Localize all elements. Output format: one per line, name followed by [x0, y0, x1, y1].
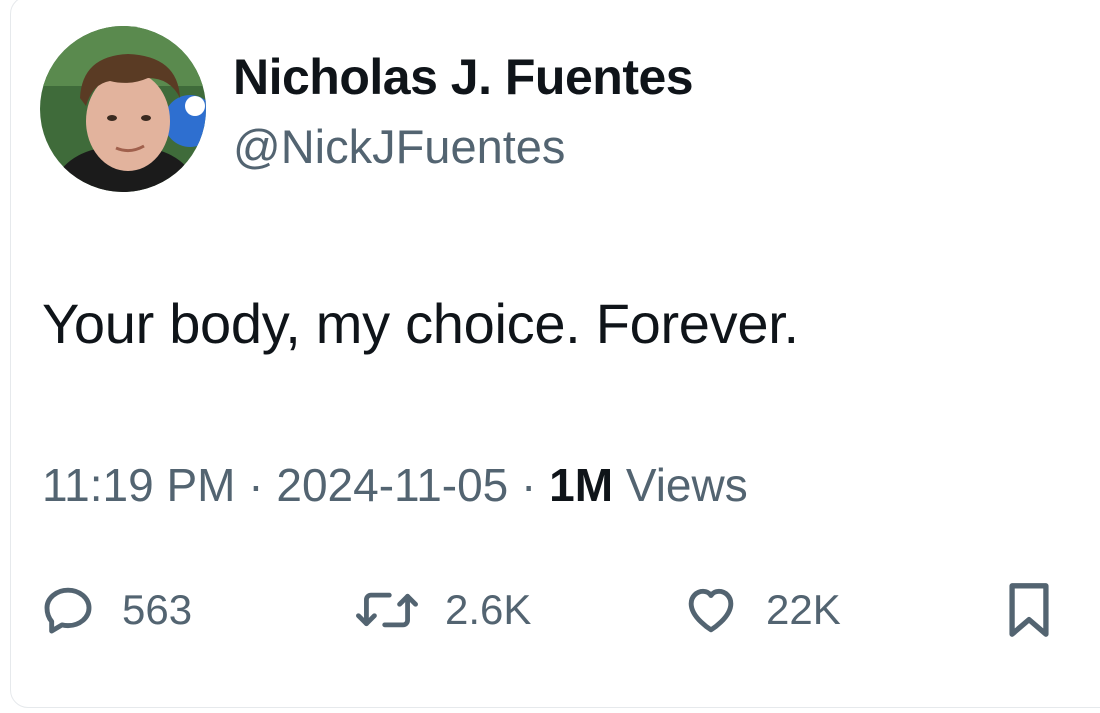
author-handle[interactable]: @NickJFuentes	[233, 119, 565, 174]
meta-separator: ·	[248, 459, 264, 511]
retweet-count: 2.6K	[445, 586, 532, 633]
author-display-name[interactable]: Nicholas J. Fuentes	[233, 48, 694, 106]
tweet-meta: 11:19 PM · 2024-11-05 · 1M Views	[42, 458, 748, 512]
retweet-button[interactable]: 2.6K	[355, 575, 531, 645]
heart-icon	[682, 582, 740, 638]
bookmark-icon	[1000, 578, 1058, 642]
reply-count: 563	[122, 586, 193, 633]
reply-button[interactable]: 563	[40, 575, 192, 645]
retweet-arrows-icon	[355, 582, 419, 638]
tweet-time[interactable]: 11:19 PM	[42, 459, 235, 511]
like-count: 22K	[766, 586, 841, 633]
views-count: 1M	[549, 459, 614, 511]
views-label: Views	[625, 459, 748, 511]
speech-bubble-icon	[40, 582, 96, 638]
like-button[interactable]: 22K	[682, 575, 841, 645]
bookmark-button[interactable]	[1000, 575, 1058, 645]
action-bar: 563 2.6K 22K	[0, 575, 1100, 645]
tweet-text: Your body, my choice. Forever.	[42, 292, 799, 355]
avatar-image	[40, 26, 206, 192]
tweet-date[interactable]: 2024-11-05	[276, 459, 508, 511]
avatar[interactable]	[40, 26, 206, 192]
meta-separator: ·	[521, 459, 537, 511]
